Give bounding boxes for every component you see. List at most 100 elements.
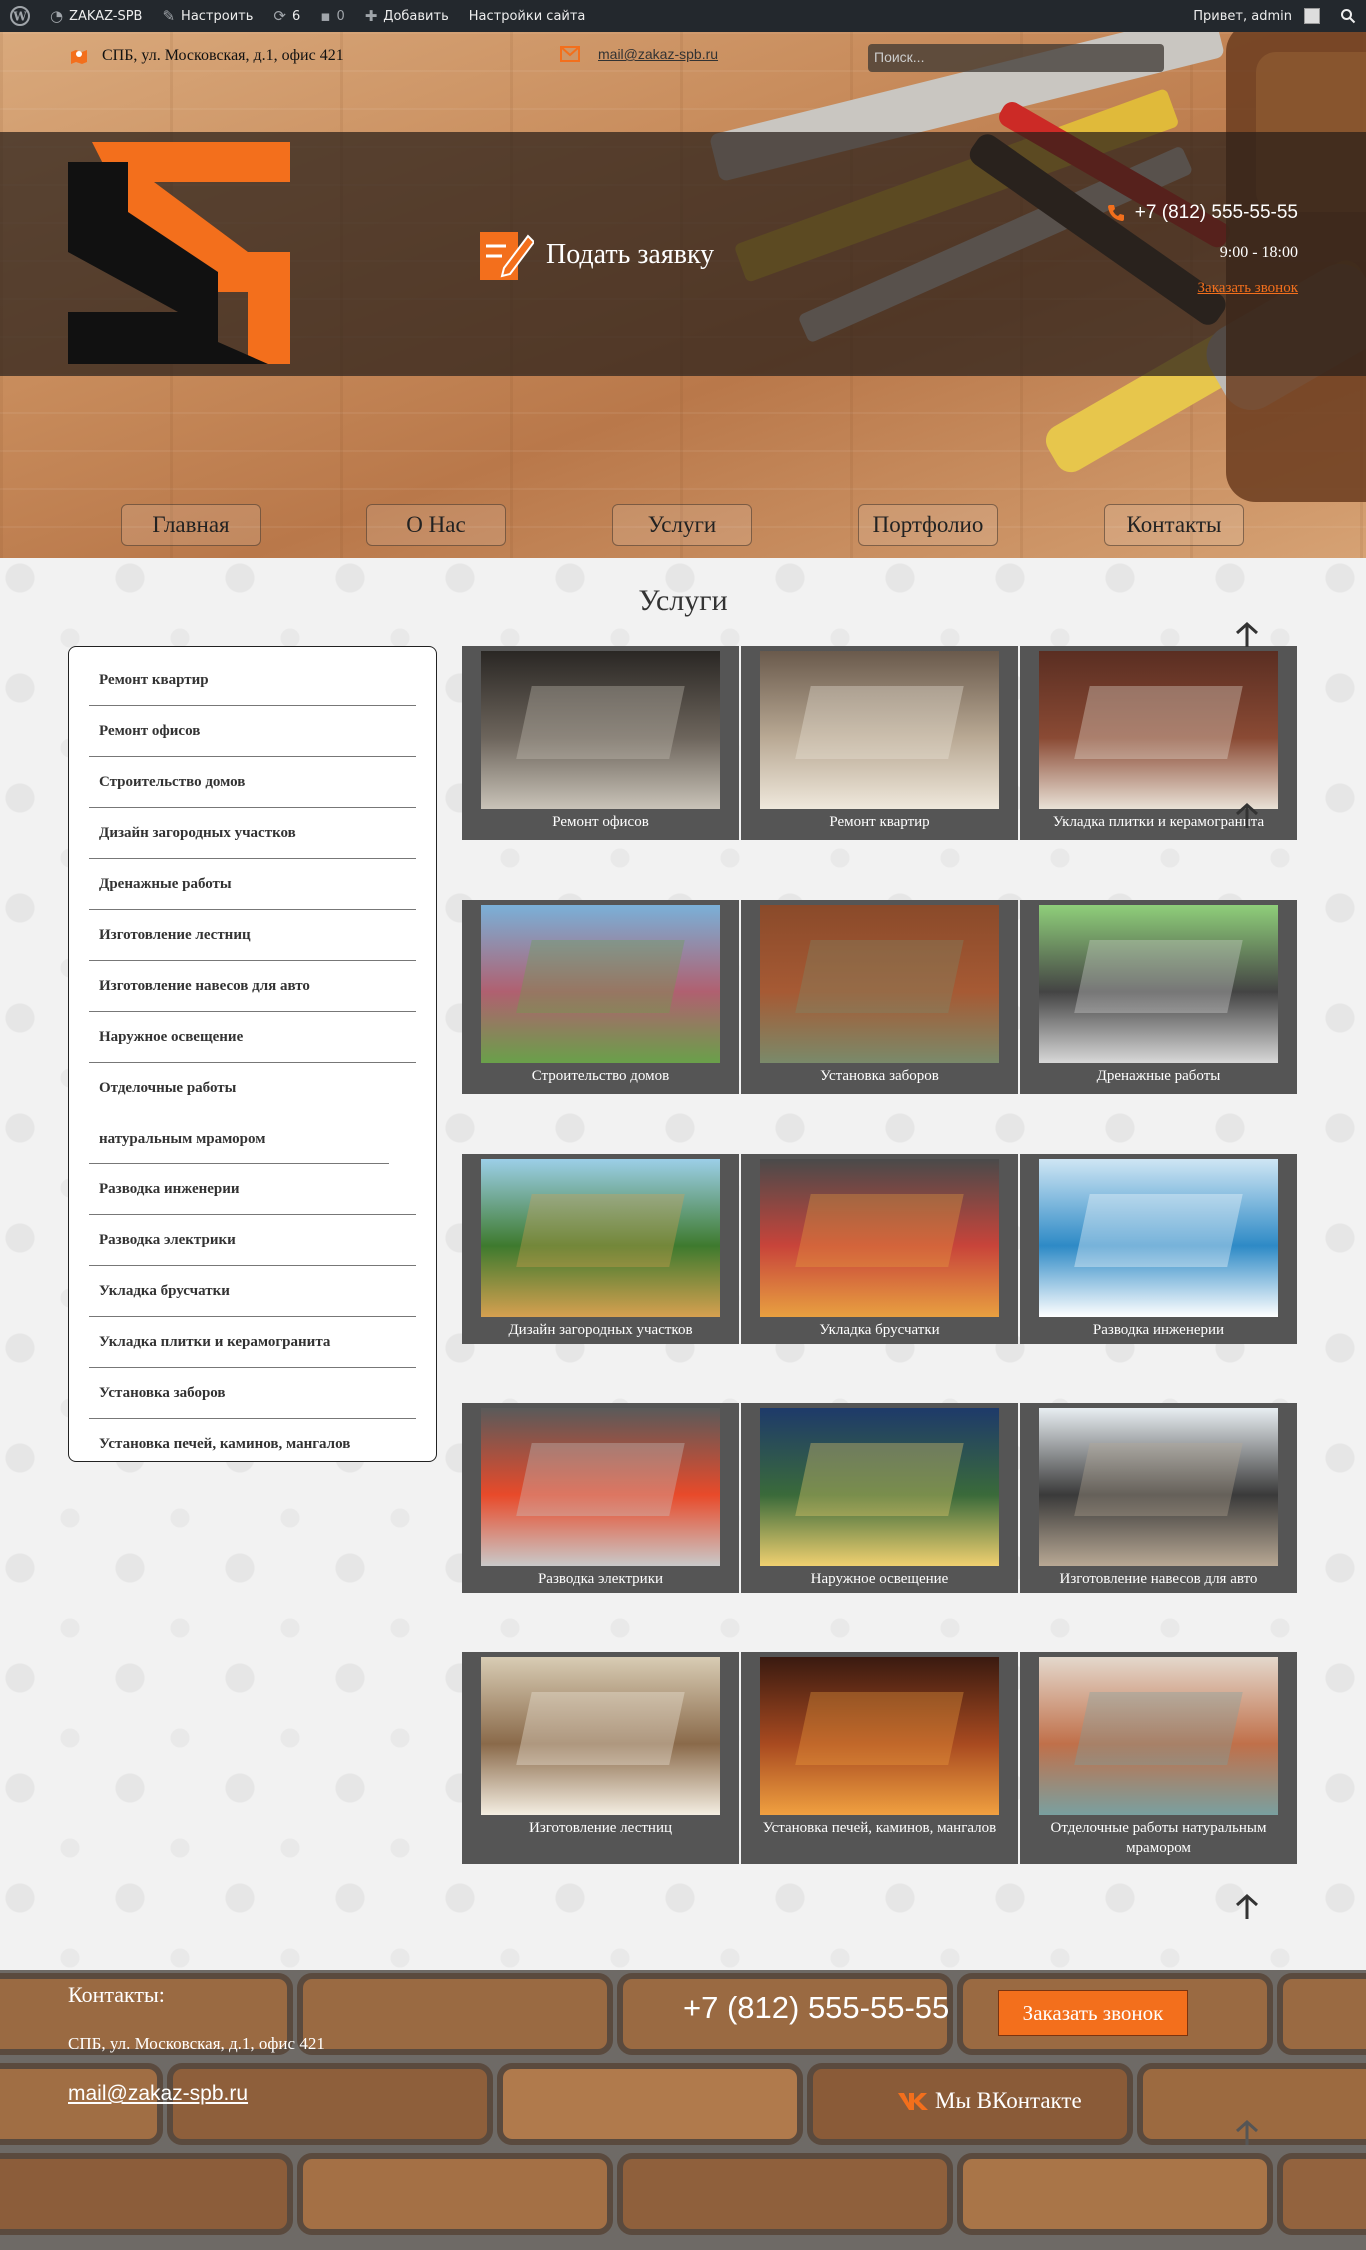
nav-portfolio[interactable]: Портфолио: [858, 504, 998, 546]
marble-bathroom-image: [1039, 1657, 1278, 1815]
house-construction-image: [481, 905, 720, 1063]
service-card[interactable]: Установка печей, каминов, мангалов: [741, 1652, 1018, 1864]
admin-search-icon[interactable]: [1330, 0, 1366, 32]
sidebar-item[interactable]: Ремонт квартир: [89, 655, 416, 706]
admin-add-new-label: Добавить: [383, 8, 449, 24]
service-card[interactable]: Наружное освещение: [741, 1403, 1018, 1593]
main-content: Услуги Ремонт квартир Ремонт офисов Стро…: [0, 558, 1366, 1970]
service-card-title: Установка печей, каминов, мангалов: [762, 1820, 997, 1836]
dashboard-icon: ◔: [50, 7, 64, 25]
updates-icon: ⟳: [273, 7, 286, 25]
apply-label: Подать заявку: [546, 239, 715, 270]
service-card[interactable]: Укладка брусчатки: [741, 1154, 1018, 1344]
footer-email-link[interactable]: mail@zakaz-spb.ru: [68, 2082, 248, 2106]
service-card-title: Дренажные работы: [1096, 1068, 1221, 1084]
vk-link[interactable]: Мы ВКонтакте: [897, 2088, 1082, 2114]
sidebar-item[interactable]: Дизайн загородных участков: [89, 808, 416, 859]
main-nav: Главная О Нас Услуги Портфолио Контакты: [0, 504, 1366, 548]
admin-add-new[interactable]: ✚ Добавить: [355, 0, 459, 32]
footer-phone: +7 (812) 555-55-55: [683, 1990, 950, 2025]
service-card[interactable]: Отделочные работы натуральным мрамором: [1020, 1652, 1297, 1864]
header-hero: СПБ, ул. Московская, д.1, офис 421 mail@…: [0, 32, 1366, 558]
service-card[interactable]: Строительство домов: [462, 900, 739, 1094]
service-card-title: Наружное освещение: [810, 1571, 949, 1587]
sidebar-item[interactable]: Изготовление лестниц: [89, 910, 416, 961]
admin-site-settings[interactable]: Настройки сайта: [459, 0, 596, 32]
wordpress-logo-icon[interactable]: W: [0, 0, 40, 32]
garden-design-image: [481, 1159, 720, 1317]
nav-contacts[interactable]: Контакты: [1104, 504, 1244, 546]
admin-bar: W ◔ ZAKAZ-SPB ✎ Настроить ⟳ 6 ▪ 0 ✚ Доба…: [0, 0, 1366, 32]
phone-icon: [1107, 205, 1124, 221]
admin-comments[interactable]: ▪ 0: [310, 0, 354, 32]
admin-customize[interactable]: ✎ Настроить: [152, 0, 263, 32]
admin-account[interactable]: Привет, admin: [1183, 0, 1330, 32]
sidebar-item[interactable]: Наружное освещение: [89, 1012, 416, 1063]
service-card-title: Отделочные работы натуральным мрамором: [1050, 1820, 1267, 1856]
edit-document-icon: [480, 232, 534, 280]
service-card-title: Укладка брусчатки: [819, 1322, 940, 1338]
service-card[interactable]: Дизайн загородных участков: [462, 1154, 739, 1344]
header-hours: 9:00 - 18:00: [1219, 244, 1298, 261]
car-canopy-image: [1039, 1408, 1278, 1566]
admin-comments-count: 0: [336, 8, 345, 24]
apply-button[interactable]: Подать заявку: [478, 228, 714, 282]
bedroom-interior-image: [760, 651, 999, 809]
service-card-title: Дизайн загородных участков: [508, 1322, 693, 1338]
engineering-blueprint-image: [1039, 1159, 1278, 1317]
scroll-up-icon[interactable]: [1232, 620, 1262, 650]
tile-floor-image: [1039, 651, 1278, 809]
scroll-up-icon[interactable]: [1232, 2118, 1262, 2148]
nav-services[interactable]: Услуги: [612, 504, 752, 546]
sidebar-item[interactable]: Строительство домов: [89, 757, 416, 808]
sidebar-item[interactable]: Отделочные работы натуральным мрамором: [89, 1063, 389, 1164]
footer-title: Контакты:: [68, 1982, 165, 2007]
avatar: [1304, 8, 1320, 24]
sidebar-item[interactable]: Дренажные работы: [89, 859, 416, 910]
paving-stones-image: [760, 1159, 999, 1317]
services-sidebar: Ремонт квартир Ремонт офисов Строительст…: [68, 646, 437, 1462]
footer-address: СПБ, ул. Московская, д.1, офис 421: [68, 2034, 325, 2053]
admin-updates-count: 6: [291, 8, 301, 24]
header-phone: +7 (812) 555-55-55: [1134, 202, 1298, 223]
sidebar-item[interactable]: Разводка электрики: [89, 1215, 416, 1266]
service-card-title: Изготовление лестниц: [529, 1820, 672, 1836]
sidebar-item[interactable]: Ремонт офисов: [89, 706, 416, 757]
sidebar-item[interactable]: Изготовление навесов для авто: [89, 961, 416, 1012]
service-card-title: Разводка инженерии: [1092, 1322, 1225, 1338]
nav-home[interactable]: Главная: [121, 504, 261, 546]
service-card[interactable]: Изготовление навесов для авто: [1020, 1403, 1297, 1593]
admin-site-name[interactable]: ◔ ZAKAZ-SPB: [40, 0, 152, 32]
admin-greeting: Привет, admin: [1193, 8, 1292, 24]
sidebar-item[interactable]: Установка заборов: [89, 1368, 416, 1419]
service-card[interactable]: Разводка инженерии: [1020, 1154, 1297, 1344]
service-card[interactable]: Установка заборов: [741, 900, 1018, 1094]
service-card-title: Разводка электрики: [537, 1571, 664, 1587]
fireplace-image: [760, 1657, 999, 1815]
callback-link[interactable]: Заказать звонок: [1107, 280, 1298, 297]
vk-label: Мы ВКонтакте: [935, 2088, 1082, 2113]
sidebar-item[interactable]: Укладка брусчатки: [89, 1266, 416, 1317]
admin-updates[interactable]: ⟳ 6: [263, 0, 310, 32]
comment-icon: ▪: [320, 7, 331, 25]
service-card[interactable]: Ремонт офисов: [462, 646, 739, 840]
service-card[interactable]: Разводка электрики: [462, 1403, 739, 1593]
service-card[interactable]: Дренажные работы: [1020, 900, 1297, 1094]
header-contacts: +7 (812) 555-55-55 9:00 - 18:00 Заказать…: [1107, 202, 1298, 297]
svg-text:W: W: [12, 10, 27, 24]
outdoor-lighting-image: [760, 1408, 999, 1566]
sidebar-item[interactable]: Укладка плитки и керамогранита: [89, 1317, 416, 1368]
header-email: mail@zakaz-spb.ru: [560, 46, 718, 62]
search-input[interactable]: Поиск...: [868, 44, 1164, 72]
footer-callback-button[interactable]: Заказать звонок: [998, 1990, 1188, 2036]
sidebar-item[interactable]: Установка печей, каминов, мангалов: [89, 1419, 416, 1470]
nav-about[interactable]: О Нас: [366, 504, 506, 546]
scroll-up-icon[interactable]: [1232, 801, 1262, 831]
plus-icon: ✚: [364, 7, 378, 25]
service-card[interactable]: Ремонт квартир: [741, 646, 1018, 840]
header-email-link[interactable]: mail@zakaz-spb.ru: [598, 46, 718, 62]
sidebar-item[interactable]: Разводка инженерии: [89, 1164, 416, 1215]
scroll-up-icon[interactable]: [1232, 1892, 1262, 1922]
site-logo[interactable]: [68, 142, 290, 364]
service-card[interactable]: Изготовление лестниц: [462, 1652, 739, 1864]
